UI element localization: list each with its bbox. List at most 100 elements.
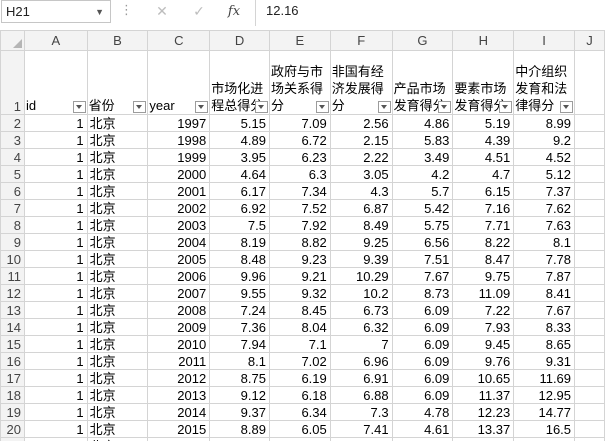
cell-province[interactable]: 北京: [86, 216, 149, 234]
cell-marketization-total[interactable]: 9.96: [209, 267, 270, 285]
cell-id[interactable]: 1: [23, 250, 88, 268]
cell-id[interactable]: 1: [23, 267, 88, 285]
cell-gov-market[interactable]: 7.02: [268, 352, 331, 370]
column-header-f[interactable]: F: [329, 30, 393, 51]
column-header-h[interactable]: H: [452, 30, 515, 51]
cell-year[interactable]: 2015: [147, 420, 211, 438]
cell-intermediary-legal[interactable]: 9.2: [513, 131, 576, 149]
cell-province[interactable]: 北京: [86, 182, 149, 200]
cell-marketization-total[interactable]: 7.94: [209, 335, 270, 353]
filter-dropdown-icon[interactable]: [499, 101, 513, 113]
cell-year[interactable]: 2012: [147, 369, 211, 387]
row-header[interactable]: 16: [0, 352, 25, 370]
row-header[interactable]: 17: [0, 369, 25, 387]
cell-marketization-total[interactable]: 8.19: [209, 233, 270, 251]
cell-id[interactable]: 1: [23, 131, 88, 149]
cell-marketization-total[interactable]: 8.1: [209, 352, 270, 370]
cell-factor-market[interactable]: 4.51: [452, 148, 515, 166]
cell-nonstate-economy[interactable]: 2.56: [329, 114, 393, 132]
cell-gov-market[interactable]: 6.12: [268, 437, 331, 441]
cell-marketization-total[interactable]: 8.75: [209, 369, 270, 387]
cell-id[interactable]: 1: [23, 403, 88, 421]
cell-intermediary-legal[interactable]: 7.37: [513, 182, 576, 200]
cell-nonstate-economy[interactable]: 7.3: [329, 403, 393, 421]
cell-nonstate-economy[interactable]: 3.05: [329, 165, 393, 183]
cell-factor-market[interactable]: 4.39: [452, 131, 515, 149]
cell-id[interactable]: 1: [23, 335, 88, 353]
column-header-j[interactable]: J: [574, 30, 605, 51]
cell-nonstate-economy[interactable]: 2.15: [329, 131, 393, 149]
cell-nonstate-economy[interactable]: 6.32: [329, 318, 393, 336]
cell-id[interactable]: 1: [23, 148, 88, 166]
row-header[interactable]: 5: [0, 165, 25, 183]
cell-id[interactable]: 1: [23, 437, 88, 441]
cell-year[interactable]: 2003: [147, 216, 211, 234]
cell-nonstate-economy[interactable]: 7.41: [329, 420, 393, 438]
header-cell-factor-market[interactable]: 要素市场发育得分: [452, 50, 515, 115]
cell-province[interactable]: 北京: [86, 352, 149, 370]
cell-year[interactable]: 2013: [147, 386, 211, 404]
cell-factor-market[interactable]: 7.22: [452, 301, 515, 319]
empty-cell[interactable]: [574, 250, 605, 268]
cell-province[interactable]: 北京: [86, 233, 149, 251]
cell-marketization-total[interactable]: 7.36: [209, 318, 270, 336]
cell-product-market[interactable]: 7.67: [391, 267, 454, 285]
cell-product-market[interactable]: 3.49: [391, 148, 454, 166]
column-header-g[interactable]: G: [391, 30, 454, 51]
cell-id[interactable]: 1: [23, 386, 88, 404]
cell-year[interactable]: 2016: [147, 437, 211, 441]
cell-nonstate-economy[interactable]: 7: [329, 335, 393, 353]
cell-year[interactable]: 2002: [147, 199, 211, 217]
empty-cell[interactable]: [574, 420, 605, 438]
empty-cell[interactable]: [574, 216, 605, 234]
filter-dropdown-icon[interactable]: [377, 101, 391, 113]
filter-dropdown-icon[interactable]: [315, 101, 329, 113]
empty-cell[interactable]: [574, 233, 605, 251]
cell-province[interactable]: 北京: [86, 267, 149, 285]
cell-marketization-total[interactable]: 7.24: [209, 301, 270, 319]
select-all-corner[interactable]: [0, 30, 25, 51]
cell-province[interactable]: 北京: [86, 199, 149, 217]
cell-gov-market[interactable]: 8.45: [268, 301, 331, 319]
filter-dropdown-icon[interactable]: [133, 101, 147, 113]
cell-marketization-total[interactable]: 5.15: [209, 114, 270, 132]
cell-intermediary-legal[interactable]: 8.65: [513, 335, 576, 353]
cell-factor-market[interactable]: 13.37: [452, 420, 515, 438]
column-header-e[interactable]: E: [268, 30, 331, 51]
cell-province[interactable]: 北京: [86, 335, 149, 353]
empty-cell[interactable]: [574, 386, 605, 404]
cell-id[interactable]: 1: [23, 216, 88, 234]
cell-intermediary-legal[interactable]: 11.69: [513, 369, 576, 387]
cell-factor-market[interactable]: 12.23: [452, 403, 515, 421]
row-header[interactable]: 1: [0, 50, 25, 115]
cell-province[interactable]: 北京: [86, 148, 149, 166]
cell-gov-market[interactable]: 7.1: [268, 335, 331, 353]
cell-intermediary-legal[interactable]: 7.87: [513, 267, 576, 285]
cell-product-market[interactable]: 6.09: [391, 318, 454, 336]
cell-marketization-total[interactable]: 3.95: [209, 148, 270, 166]
header-cell-product-market[interactable]: 产品市场发育得分: [391, 50, 454, 115]
row-header[interactable]: 10: [0, 250, 25, 268]
cell-province[interactable]: 北京: [86, 301, 149, 319]
cell-product-market[interactable]: 6.09: [391, 369, 454, 387]
cell-province[interactable]: 北京: [86, 165, 149, 183]
row-header[interactable]: 4: [0, 148, 25, 166]
cell-nonstate-economy[interactable]: 10.29: [329, 267, 393, 285]
cell-province[interactable]: 北京: [86, 114, 149, 132]
cell-gov-market[interactable]: 7.92: [268, 216, 331, 234]
row-header[interactable]: 18: [0, 386, 25, 404]
cell-id[interactable]: 1: [23, 182, 88, 200]
column-header-b[interactable]: B: [86, 30, 149, 51]
cell-id[interactable]: 1: [23, 420, 88, 438]
cell-province[interactable]: 北京: [86, 318, 149, 336]
row-header[interactable]: 20: [0, 420, 25, 438]
empty-cell[interactable]: [574, 114, 605, 132]
cell-id[interactable]: 1: [23, 318, 88, 336]
row-header[interactable]: 14: [0, 318, 25, 336]
cell-gov-market[interactable]: 7.09: [268, 114, 331, 132]
filter-dropdown-icon[interactable]: [560, 101, 574, 113]
empty-cell[interactable]: [574, 50, 605, 115]
cell-gov-market[interactable]: 6.72: [268, 131, 331, 149]
cell-nonstate-economy[interactable]: 2.22: [329, 148, 393, 166]
cell-id[interactable]: 1: [23, 301, 88, 319]
